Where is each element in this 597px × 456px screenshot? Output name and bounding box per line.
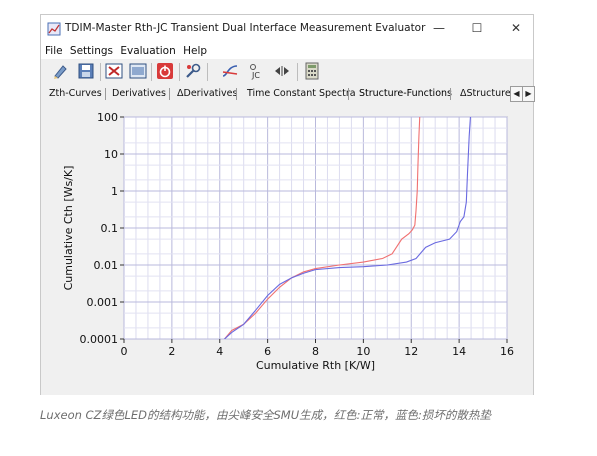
save-button[interactable]: [77, 62, 95, 80]
x-tick-label: 12: [404, 345, 418, 358]
toolbar-separator: [151, 63, 152, 81]
y-tick-label: 1: [111, 185, 118, 198]
toolbar-separator: [297, 63, 298, 81]
view-icon: [129, 63, 147, 79]
x-tick-label: 14: [452, 345, 466, 358]
tab-bar: Zth-Curves Derivatives ΔDerivatives Time…: [41, 85, 535, 104]
tab-scroll-right-button[interactable]: ▶: [522, 86, 535, 102]
y-tick-label: 0.001: [87, 296, 119, 309]
menu-file[interactable]: File: [43, 43, 65, 59]
tab-separator: [348, 88, 349, 100]
x-tick-label: 16: [500, 345, 514, 358]
curve-button[interactable]: [221, 62, 239, 80]
app-icon: [47, 22, 61, 36]
tools-button[interactable]: [184, 62, 202, 80]
save-icon: [78, 63, 94, 79]
jc-icon: JC: [250, 64, 260, 80]
open-icon: [54, 65, 67, 79]
calculator-button[interactable]: [303, 62, 321, 80]
tab-time-constant-spectra[interactable]: Time Constant Spectra: [247, 85, 356, 103]
clear-button[interactable]: [105, 62, 123, 80]
clear-icon: [105, 63, 123, 79]
tab-delta-derivatives[interactable]: ΔDerivatives: [177, 85, 237, 103]
app-window: TDIM-Master Rth-JC Transient Dual Interf…: [40, 14, 535, 395]
y-tick-label: 10: [104, 148, 118, 161]
tab-derivatives[interactable]: Derivatives: [112, 85, 166, 103]
y-tick-label: 100: [97, 111, 118, 124]
window-title: TDIM-Master Rth-JC Transient Dual Interf…: [65, 22, 426, 34]
figure-caption: Luxeon CZ绿色LED的结构功能，由尖峰安全SMU生成，红色:正常，蓝色:…: [40, 408, 491, 422]
resize-button[interactable]: [273, 62, 291, 80]
title-bar[interactable]: TDIM-Master Rth-JC Transient Dual Interf…: [41, 15, 533, 43]
tools-icon: [186, 63, 201, 78]
minimize-button[interactable]: —: [424, 17, 454, 39]
tab-separator: [169, 88, 170, 100]
jc-button[interactable]: JC: [247, 62, 265, 80]
menu-help[interactable]: Help: [181, 43, 209, 59]
menu-evaluation[interactable]: Evaluation: [118, 43, 177, 59]
x-tick-label: 6: [264, 345, 271, 358]
tab-zth-curves[interactable]: Zth-Curves: [49, 85, 102, 103]
structure-function-chart: 0 2 4 6 8 10 12 14 16 100 10 1 0.1 0.01 0.001 0.0001 Cum…: [62, 111, 514, 372]
x-tick-label: 0: [121, 345, 128, 358]
x-tick-label: 10: [356, 345, 370, 358]
maximize-button[interactable]: ☐: [462, 17, 492, 39]
open-button[interactable]: [52, 62, 70, 80]
x-axis-label: Cumulative Rth [K/W]: [256, 359, 375, 372]
x-tick-label: 8: [312, 345, 319, 358]
menu-bar: File Settings Evaluation Help: [41, 43, 533, 59]
toolbar-separator: [179, 63, 180, 81]
curve-icon: [222, 65, 238, 77]
tab-delta-structure[interactable]: ΔStructure-: [460, 85, 510, 103]
y-axis-label: Cumulative Cth [Ws/K]: [62, 166, 75, 291]
menu-settings[interactable]: Settings: [68, 43, 115, 59]
view-button[interactable]: [129, 62, 147, 80]
y-tick-label: 0.0001: [80, 333, 119, 346]
toolbar: JC: [41, 59, 533, 86]
tab-separator: [236, 88, 237, 100]
x-tick-label: 4: [216, 345, 223, 358]
tab-separator: [105, 88, 106, 100]
y-tick-label: 0.1: [101, 222, 119, 235]
close-button[interactable]: ✕: [501, 17, 531, 39]
plot-area: 0 2 4 6 8 10 12 14 16 100 10 1 0.1 0.01 0.001 0.0001 Cum…: [41, 103, 533, 395]
x-tick-label: 2: [168, 345, 175, 358]
power-button[interactable]: [156, 62, 174, 80]
jc-icon-label: JC: [251, 71, 260, 80]
tab-structure-functions[interactable]: Structure-Functions: [359, 85, 452, 103]
toolbar-separator: [207, 63, 208, 81]
resize-icon: [275, 66, 289, 76]
calculator-icon: [305, 62, 319, 80]
tab-separator: [450, 88, 451, 100]
power-icon: [157, 63, 173, 79]
toolbar-separator: [100, 63, 101, 81]
y-tick-label: 0.01: [94, 259, 119, 272]
